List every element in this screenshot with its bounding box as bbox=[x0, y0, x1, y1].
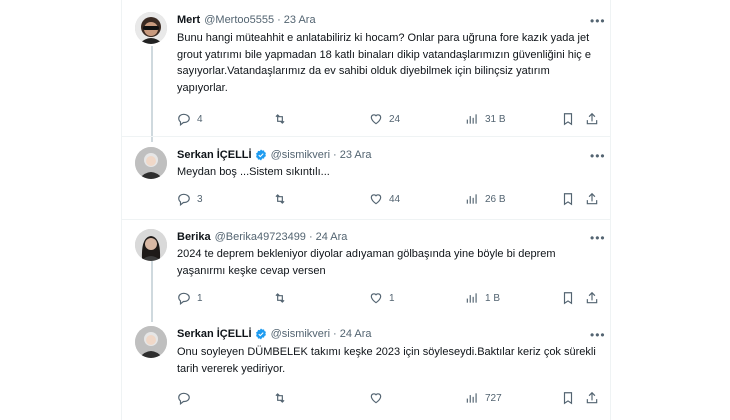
heart-icon bbox=[370, 293, 382, 304]
tweet-text: Meydan boş ...Sistem sıkıntılı... bbox=[177, 166, 330, 178]
author-handle[interactable]: @Berika49723499 bbox=[215, 231, 306, 243]
share-button[interactable] bbox=[585, 390, 605, 406]
more-icon[interactable]: ••• bbox=[590, 329, 605, 341]
tweet-time[interactable]: 23 Ara bbox=[284, 14, 316, 26]
tweet-time[interactable]: 23 Ara bbox=[340, 149, 372, 161]
views-icon bbox=[466, 293, 477, 303]
separator-dot: · bbox=[277, 14, 281, 26]
views-count: 31 B bbox=[485, 113, 506, 125]
bookmark-button[interactable] bbox=[561, 290, 581, 306]
tweet-text: Onu soyleyen DÜMBELEK takımı keşke 2023 … bbox=[177, 346, 596, 375]
views-icon bbox=[466, 393, 477, 403]
views-count: 727 bbox=[485, 392, 502, 404]
verified-badge-icon bbox=[255, 149, 266, 161]
like-button[interactable]: 24 bbox=[369, 111, 400, 127]
more-icon[interactable]: ••• bbox=[590, 15, 605, 27]
tweet-text: 2024 te deprem bekleniyor diyolar adıyam… bbox=[177, 248, 556, 277]
reply-button[interactable]: 4 bbox=[177, 111, 203, 127]
bookmark-icon bbox=[563, 193, 573, 206]
share-icon bbox=[586, 192, 598, 205]
retweet-icon bbox=[275, 114, 285, 124]
author-handle[interactable]: @Mertoo5555 bbox=[204, 14, 274, 26]
reply-button[interactable] bbox=[177, 390, 197, 406]
more-icon[interactable]: ••• bbox=[590, 150, 605, 162]
heart-icon bbox=[370, 114, 382, 125]
share-button[interactable] bbox=[585, 290, 605, 306]
tweet-header: Serkan İÇELLİ @sismikveri · 24 Ara bbox=[177, 326, 372, 342]
tweet-header: Serkan İÇELLİ @sismikveri · 23 Ara bbox=[177, 147, 372, 163]
reply-icon bbox=[178, 292, 190, 305]
tweet-time[interactable]: 24 Ara bbox=[340, 328, 372, 340]
heart-icon bbox=[370, 393, 382, 404]
author-name[interactable]: Serkan İÇELLİ bbox=[177, 328, 252, 340]
avatar-woman[interactable] bbox=[135, 229, 167, 261]
avatar-sunglasses[interactable] bbox=[135, 12, 167, 44]
separator-dot: · bbox=[308, 231, 313, 243]
retweet-icon bbox=[275, 194, 285, 204]
share-icon bbox=[586, 112, 598, 125]
retweet-icon bbox=[275, 293, 285, 303]
reply-icon bbox=[178, 113, 190, 126]
share-icon bbox=[586, 291, 598, 304]
retweet-button[interactable] bbox=[273, 390, 293, 406]
like-button[interactable]: 1 bbox=[369, 290, 395, 306]
like-count: 44 bbox=[389, 193, 401, 205]
reply-count: 1 bbox=[197, 292, 203, 304]
avatar-man-gray[interactable] bbox=[135, 147, 167, 179]
bookmark-button[interactable] bbox=[561, 111, 581, 127]
share-icon bbox=[586, 391, 598, 404]
share-button[interactable] bbox=[585, 111, 605, 127]
views-button[interactable]: 727 bbox=[465, 390, 502, 406]
separator-dot: · bbox=[333, 149, 337, 161]
views-button[interactable]: 26 B bbox=[465, 191, 506, 207]
reply-count: 4 bbox=[197, 113, 203, 125]
like-count: 1 bbox=[389, 292, 395, 304]
retweet-button[interactable] bbox=[273, 111, 293, 127]
reply-count: 3 bbox=[197, 193, 203, 205]
reply-button[interactable]: 1 bbox=[177, 290, 203, 306]
views-button[interactable]: 1 B bbox=[465, 290, 500, 306]
views-button[interactable]: 31 B bbox=[465, 111, 506, 127]
reply-button[interactable]: 3 bbox=[177, 191, 203, 207]
author-handle[interactable]: @sismikveri bbox=[271, 328, 330, 340]
like-count: 24 bbox=[389, 113, 401, 125]
tweet-actions: 727 bbox=[177, 390, 598, 406]
author-name[interactable]: Serkan İÇELLİ bbox=[177, 149, 252, 161]
bookmark-button[interactable] bbox=[561, 390, 581, 406]
tweet-text: Bunu hangi müteahhit e anlatabiliriz ki … bbox=[177, 32, 591, 94]
tweet-actions: 4 24 31 B bbox=[177, 111, 598, 127]
tweet-header: Mert @Mertoo5555 · 23 Ara bbox=[177, 12, 316, 28]
heart-icon bbox=[370, 194, 382, 205]
retweet-button[interactable] bbox=[273, 191, 293, 207]
separator-dot: · bbox=[333, 328, 337, 340]
retweet-button[interactable] bbox=[273, 290, 293, 306]
views-count: 1 B bbox=[485, 292, 501, 304]
bookmark-icon bbox=[563, 292, 573, 305]
verified-badge-icon bbox=[255, 328, 266, 340]
like-button[interactable] bbox=[369, 390, 389, 406]
tweet-actions: 1 1 1 B bbox=[177, 290, 598, 306]
views-icon bbox=[466, 194, 477, 204]
bookmark-icon bbox=[563, 113, 573, 126]
tweet-actions: 3 44 26 B bbox=[177, 191, 598, 207]
more-icon[interactable]: ••• bbox=[590, 232, 605, 244]
reply-icon bbox=[178, 392, 190, 405]
reply-icon bbox=[178, 193, 190, 206]
author-handle[interactable]: @sismikveri bbox=[271, 149, 330, 161]
share-button[interactable] bbox=[585, 191, 605, 207]
views-count: 26 B bbox=[485, 193, 506, 205]
views-icon bbox=[466, 114, 477, 124]
like-button[interactable]: 44 bbox=[369, 191, 400, 207]
avatar-man-gray[interactable] bbox=[135, 326, 167, 358]
author-name[interactable]: Berika bbox=[177, 231, 211, 243]
bookmark-icon bbox=[563, 392, 573, 405]
tweet-time[interactable]: 24 Ara bbox=[316, 231, 348, 243]
retweet-icon bbox=[275, 393, 285, 403]
tweet-header: Berika @Berika49723499 · 24 Ara bbox=[177, 229, 347, 245]
author-name[interactable]: Mert bbox=[177, 14, 200, 26]
bookmark-button[interactable] bbox=[561, 191, 581, 207]
